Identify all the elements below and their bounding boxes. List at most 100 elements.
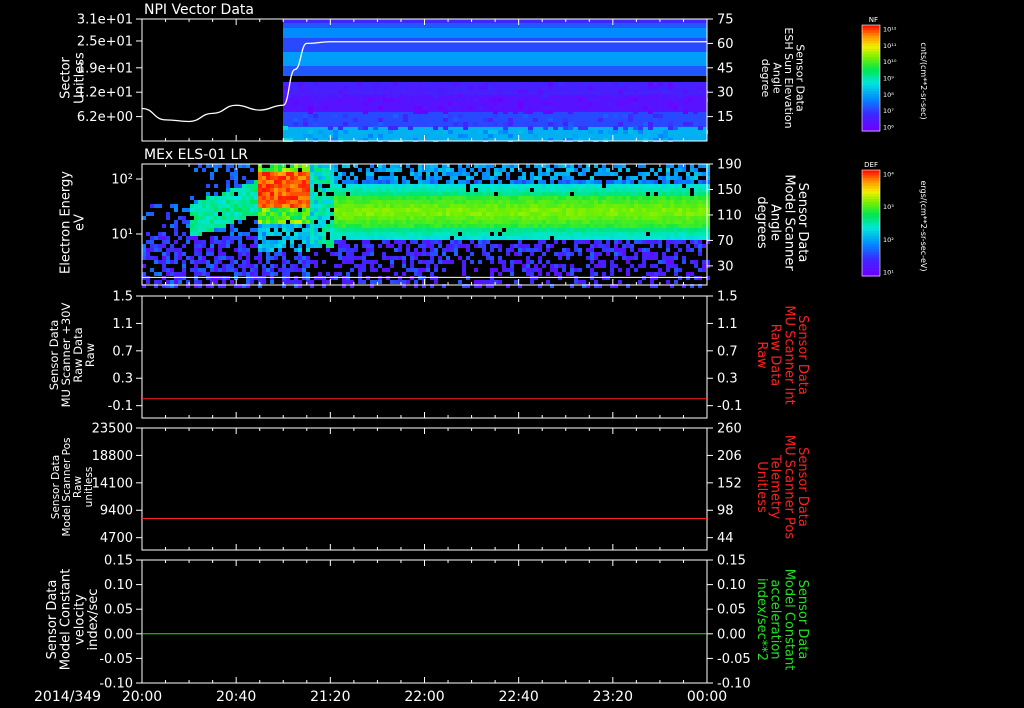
els-cell	[670, 188, 674, 192]
els-cell	[602, 236, 606, 240]
els-cell	[274, 200, 278, 204]
npi-spike	[390, 88, 393, 97]
els-cell	[390, 224, 394, 228]
els-cell	[642, 212, 646, 216]
els-cell	[402, 236, 406, 240]
els-cell	[346, 232, 350, 236]
els-cell	[510, 204, 514, 208]
els-cell	[190, 260, 194, 264]
panel-4-y2tick-label: 206	[717, 449, 742, 464]
panel-4-y2tick-label: 260	[717, 422, 742, 437]
els-cell	[346, 164, 350, 168]
npi-cell	[668, 126, 673, 130]
els-cell	[242, 212, 246, 216]
els-cell	[298, 184, 302, 188]
els-cell	[498, 212, 502, 216]
els-cell	[694, 176, 698, 180]
npi-cell	[633, 126, 638, 130]
els-cell	[358, 204, 362, 208]
els-cell	[282, 180, 286, 184]
els-cell	[362, 216, 366, 220]
els-cell	[294, 224, 298, 228]
els-cell	[186, 256, 190, 260]
els-cell	[638, 188, 642, 192]
npi-cell	[588, 86, 593, 90]
els-cell	[222, 264, 226, 268]
els-cell	[442, 196, 446, 200]
els-cell	[270, 200, 274, 204]
els-cell	[682, 212, 686, 216]
els-cell	[470, 240, 474, 244]
els-cell	[534, 164, 538, 168]
npi-cell	[658, 82, 663, 86]
els-cell	[566, 248, 570, 252]
els-cell	[534, 264, 538, 268]
els-cell	[446, 192, 450, 196]
panel-1-y2tick-label: 30	[717, 86, 734, 101]
els-cell	[174, 240, 178, 244]
els-cell	[422, 248, 426, 252]
els-cell	[426, 204, 430, 208]
els-cell	[530, 208, 534, 212]
npi-cell	[308, 130, 313, 134]
els-cell	[646, 212, 650, 216]
els-cell	[454, 216, 458, 220]
els-cell	[582, 200, 586, 204]
els-cell	[206, 184, 210, 188]
els-cell	[490, 184, 494, 188]
els-cell	[238, 252, 242, 256]
els-cell	[418, 188, 422, 192]
els-cell	[214, 168, 218, 172]
els-cell	[574, 192, 578, 196]
els-cell	[638, 236, 642, 240]
npi-cell	[313, 118, 318, 122]
els-cell	[578, 220, 582, 224]
els-cell	[338, 224, 342, 228]
npi-cell	[498, 130, 503, 134]
els-cell	[242, 244, 246, 248]
els-cell	[670, 256, 674, 260]
els-cell	[702, 208, 706, 212]
els-cell	[650, 208, 654, 212]
els-cell	[214, 260, 218, 264]
els-cell	[182, 232, 186, 236]
npi-cell	[443, 126, 448, 130]
npi-cell	[693, 122, 698, 126]
els-cell	[270, 212, 274, 216]
els-cell	[226, 212, 230, 216]
npi-cell	[363, 118, 368, 122]
npi-cell	[358, 126, 363, 130]
els-cell	[566, 236, 570, 240]
els-cell	[474, 216, 478, 220]
els-cell	[450, 244, 454, 248]
els-cell	[614, 224, 618, 228]
els-cell	[498, 192, 502, 196]
npi-cell	[513, 110, 518, 114]
els-cell	[366, 200, 370, 204]
els-cell	[554, 192, 558, 196]
els-cell	[198, 252, 202, 256]
els-cell	[426, 252, 430, 256]
els-cell	[678, 164, 682, 168]
npi-cell	[553, 126, 558, 130]
els-cell	[278, 164, 282, 168]
els-cell	[590, 180, 594, 184]
els-cell	[402, 264, 406, 268]
els-cell	[262, 264, 266, 268]
els-cell	[234, 184, 238, 188]
els-cell	[586, 232, 590, 236]
els-cell	[482, 232, 486, 236]
npi-cell	[603, 114, 608, 118]
els-cell	[490, 280, 494, 284]
panel-1-ytick-label: 6.2e+00	[77, 110, 133, 125]
els-cell	[682, 220, 686, 224]
els-cell	[354, 248, 358, 252]
els-cell	[370, 264, 374, 268]
els-cell	[370, 260, 374, 264]
els-cell	[574, 216, 578, 220]
els-cell	[486, 176, 490, 180]
els-cell	[482, 216, 486, 220]
els-cell	[678, 276, 682, 280]
els-cell	[270, 276, 274, 280]
els-cell	[422, 268, 426, 272]
